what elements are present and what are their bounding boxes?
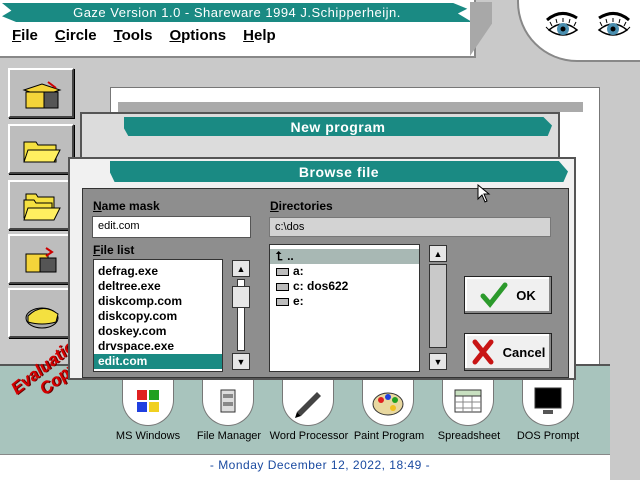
browse-file-title: Browse file <box>110 161 568 182</box>
parent-dir-icon: ⮤ <box>276 249 284 263</box>
menu-help[interactable]: Help <box>243 27 276 45</box>
eyes-logo <box>517 0 640 62</box>
folders-icon <box>23 193 61 221</box>
mouse-cursor-icon <box>477 184 491 203</box>
taskbar-label-paint-program: Paint Program <box>353 430 425 442</box>
menu-tools[interactable]: Tools <box>114 27 153 45</box>
menu-options[interactable]: Options <box>169 27 226 45</box>
file-manager-launcher[interactable] <box>202 380 254 426</box>
name-mask-input[interactable]: edit.com <box>92 216 251 238</box>
side-button-5[interactable] <box>8 288 74 338</box>
open-folder-icon <box>23 141 61 163</box>
check-icon <box>480 282 508 308</box>
file-scroll-down-button[interactable]: ▼ <box>232 353 250 370</box>
menu-circle[interactable]: Circle <box>55 27 97 45</box>
disk-folder-icon <box>25 307 59 329</box>
name-mask-label: Name mask <box>93 199 160 213</box>
menu-file[interactable]: File <box>12 27 38 45</box>
side-button-4[interactable] <box>8 234 74 284</box>
drive-icon <box>276 282 289 291</box>
x-icon <box>472 339 494 365</box>
taskbar-label-ms-windows: MS Windows <box>115 430 181 442</box>
dir-scroll-down-button[interactable]: ▼ <box>429 353 447 370</box>
cancel-button[interactable]: Cancel <box>464 333 552 371</box>
page-curl <box>470 2 492 56</box>
list-item[interactable]: diskcomp.com <box>94 294 222 309</box>
list-item[interactable]: diskcopy.com <box>94 309 222 324</box>
dir-scroll-track[interactable] <box>429 264 447 348</box>
spreadsheet-icon <box>454 389 482 413</box>
file-scroll-thumb[interactable] <box>232 286 250 308</box>
side-button-2[interactable] <box>8 124 74 174</box>
taskbar-label-spreadsheet: Spreadsheet <box>437 430 501 442</box>
app-title: Gaze Version 1.0 - Shareware 1994 J.Schi… <box>73 5 401 20</box>
date-time-display: - Monday December 12, 2022, 18:49 - <box>209 458 431 472</box>
pen-icon <box>295 392 321 418</box>
eyes-icon <box>545 12 631 36</box>
taskbar-label-dos-prompt: DOS Prompt <box>516 430 580 442</box>
taskbar-label-file-manager: File Manager <box>196 430 262 442</box>
list-item[interactable]: deltree.exe <box>94 279 222 294</box>
file-list-label: File list <box>93 243 135 257</box>
paint-program-launcher[interactable] <box>362 380 414 426</box>
side-button-1[interactable] <box>8 68 74 118</box>
dir-item-drive-c[interactable]: c: dos622 <box>270 279 419 294</box>
dir-scroll-up-button[interactable]: ▲ <box>429 245 447 262</box>
ms-windows-launcher[interactable] <box>122 380 174 426</box>
taskbar-label-word-processor: Word Processor <box>269 430 349 442</box>
word-processor-launcher[interactable] <box>282 380 334 426</box>
list-item-selected[interactable]: edit.com <box>94 354 222 369</box>
app-title-bar: Gaze Version 1.0 - Shareware 1994 J.Schi… <box>2 3 472 22</box>
file-move-icon <box>25 247 57 273</box>
file-cabinet-icon <box>220 389 236 413</box>
drive-icon <box>276 267 289 276</box>
new-program-title: New program <box>124 117 552 136</box>
file-scroll-up-button[interactable]: ▲ <box>232 260 250 277</box>
monitor-icon <box>534 387 562 414</box>
file-cabinet-icon <box>22 81 62 109</box>
dos-prompt-launcher[interactable] <box>522 380 574 426</box>
side-button-3[interactable] <box>8 180 74 230</box>
directory-list[interactable]: ⮤.. a: c: dos622 e: <box>269 244 420 372</box>
dir-item-parent[interactable]: ⮤.. <box>270 249 419 264</box>
list-item[interactable]: doskey.com <box>94 324 222 339</box>
file-list[interactable]: defrag.exe deltree.exe diskcomp.com disk… <box>93 259 223 372</box>
list-item[interactable]: defrag.exe <box>94 264 222 279</box>
palette-icon <box>372 392 404 416</box>
background-sheet-strip <box>118 102 583 112</box>
menu-bar: File Circle Tools Options Help <box>12 27 293 45</box>
spreadsheet-launcher[interactable] <box>442 380 494 426</box>
dir-item-drive-e[interactable]: e: <box>270 294 419 309</box>
ok-button[interactable]: OK <box>464 276 552 314</box>
current-directory: c:\dos <box>269 217 551 237</box>
list-item[interactable]: drvspace.exe <box>94 339 222 354</box>
directories-label: Directories <box>270 199 333 213</box>
windows-logo-icon <box>137 390 159 412</box>
drive-icon <box>276 297 289 306</box>
dir-item-drive-a[interactable]: a: <box>270 264 419 279</box>
